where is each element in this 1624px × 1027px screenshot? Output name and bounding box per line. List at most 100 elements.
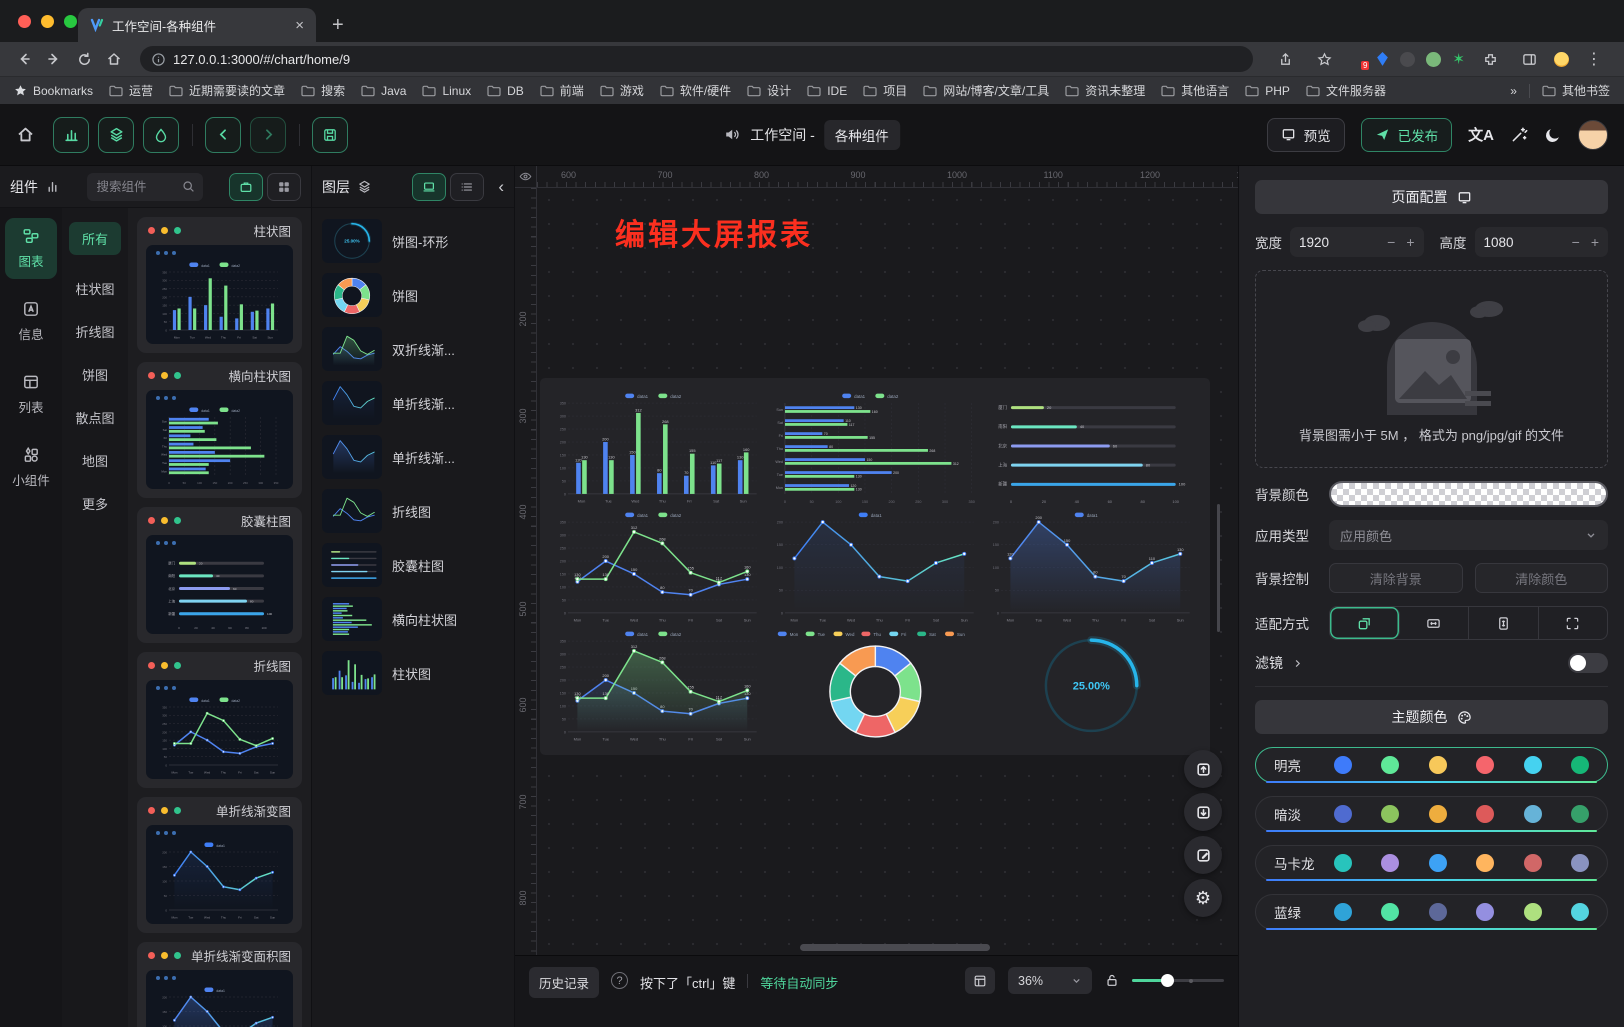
bookmark-folder[interactable]: 运营 (109, 82, 153, 99)
layers-thumbnail-view-button[interactable] (412, 173, 446, 201)
extension-star-green-icon[interactable]: ✶ (1452, 50, 1465, 68)
vertical-scrollbar[interactable] (1217, 504, 1220, 632)
bookmark-folder[interactable]: Java (361, 84, 406, 98)
component-card[interactable]: 单折线渐变面积图 data1050100150200MonTueWedThuFr… (137, 942, 302, 1027)
canvas-chart-widget[interactable]: data10501001502001202001508070110130MonT… (985, 509, 1198, 624)
canvas-chart-widget[interactable]: data1050100150200MonTueWedThuFriSatSun (769, 509, 982, 624)
width-input[interactable] (1299, 235, 1347, 250)
canvas-chart-widget[interactable]: data1data2050100150200250300350120200150… (552, 509, 765, 624)
bookmark-folder[interactable]: 软件/硬件 (660, 82, 731, 99)
slider-knob[interactable] (1161, 974, 1174, 987)
bookmark-folder[interactable]: Linux (422, 84, 471, 98)
filter-toggle[interactable] (1568, 653, 1608, 673)
layer-item[interactable]: 胶囊柱图 (322, 543, 504, 587)
save-button[interactable] (312, 117, 348, 153)
theme-color-dot[interactable] (1571, 903, 1589, 921)
category-item[interactable]: 散点图 (75, 408, 114, 427)
theme-color-dot[interactable] (1381, 756, 1399, 774)
dark-mode-moon-icon[interactable] (1544, 126, 1562, 144)
details-toggle-button[interactable] (143, 117, 179, 153)
theme-row[interactable]: 蓝绿 (1255, 894, 1608, 930)
browser-menu-icon[interactable]: ⋮ (1580, 46, 1608, 72)
theme-color-dot[interactable] (1334, 903, 1352, 921)
horizontal-scrollbar[interactable] (800, 944, 990, 951)
theme-color-dot[interactable] (1381, 903, 1399, 921)
width-decrement-button[interactable]: − (1387, 234, 1395, 250)
component-card[interactable]: 折线图 data1data2050100150200250300350MonTu… (137, 652, 302, 788)
big-screen-title-widget[interactable]: 编辑大屏报表 (615, 210, 813, 254)
view-grid-button[interactable] (267, 173, 301, 201)
zoom-select[interactable]: 36% (1008, 967, 1092, 994)
edit-icon[interactable] (1184, 836, 1222, 874)
bookmark-folder[interactable]: 设计 (747, 82, 791, 99)
theme-color-dot[interactable] (1334, 756, 1352, 774)
layer-item[interactable]: 横向柱状图 (322, 597, 504, 641)
site-info-icon[interactable] (152, 53, 165, 66)
url-bar[interactable]: 127.0.0.1:3000/#/chart/home/9 (140, 46, 1253, 72)
user-avatar[interactable] (1578, 120, 1608, 150)
app-home-icon[interactable] (16, 125, 35, 144)
category-item[interactable]: 所有 (69, 222, 121, 255)
reload-icon[interactable] (70, 46, 98, 72)
theme-color-dot[interactable] (1429, 903, 1447, 921)
theme-color-dot[interactable] (1476, 903, 1494, 921)
height-input[interactable] (1484, 235, 1532, 250)
bookmark-star-icon[interactable] (1310, 46, 1338, 72)
bookmark-folder[interactable]: 其他语言 (1161, 82, 1229, 99)
theme-color-dot[interactable] (1524, 756, 1542, 774)
layer-item[interactable]: 柱状图 (322, 651, 504, 695)
zoom-slider[interactable] (1132, 967, 1224, 994)
page-config-header[interactable]: 页面配置 (1255, 180, 1608, 214)
theme-color-dot[interactable] (1381, 805, 1399, 823)
clear-color-button[interactable]: 清除颜色 (1475, 563, 1609, 593)
category-item[interactable]: 柱状图 (75, 279, 114, 298)
theme-color-dot[interactable] (1524, 854, 1542, 872)
theme-color-dot[interactable] (1429, 854, 1447, 872)
theme-color-dot[interactable] (1381, 854, 1399, 872)
canvas-area[interactable]: 6007008009001000110012001300 20030040050… (515, 166, 1238, 1027)
layer-item[interactable]: 饼图 (322, 273, 504, 317)
component-card[interactable]: 柱状图 data1data2050100150200250300350MonTu… (137, 217, 302, 353)
bookmark-folder[interactable]: 项目 (863, 82, 907, 99)
canvas-chart-widget[interactable]: data1data2050100150200250300350120200150… (552, 628, 765, 743)
layer-item[interactable]: 单折线渐... (322, 381, 504, 425)
fit-width-button[interactable] (1400, 607, 1470, 639)
background-upload-dropzone[interactable]: 背景图需小于 5M ， 格式为 png/jpg/gif 的文件 (1255, 270, 1608, 468)
canvas-chart-widget[interactable]: MonTueWedThuFriSatSun (769, 628, 982, 743)
minimize-window-button[interactable] (41, 15, 54, 28)
lock-icon[interactable] (1105, 973, 1119, 988)
layer-item[interactable]: 双折线渐... (322, 327, 504, 371)
theme-color-dot[interactable] (1571, 756, 1589, 774)
theme-color-dot[interactable] (1429, 756, 1447, 774)
import-icon[interactable] (1184, 750, 1222, 788)
fit-scale-button[interactable] (1330, 607, 1400, 639)
canvas-chart-widget[interactable]: 厦门20南阳40北京60上海80新疆100020406080100 (985, 390, 1198, 505)
theme-color-dot[interactable] (1334, 805, 1352, 823)
bookmark-folder[interactable]: 近期需要读的文章 (169, 82, 285, 99)
height-increment-button[interactable]: + (1591, 234, 1599, 250)
bookmark-folder[interactable]: IDE (807, 84, 847, 98)
theme-row[interactable]: 明亮 (1255, 747, 1608, 783)
theme-color-dot[interactable] (1334, 854, 1352, 872)
theme-color-dot[interactable] (1524, 805, 1542, 823)
undo-button[interactable] (205, 117, 241, 153)
maximize-window-button[interactable] (64, 15, 77, 28)
theme-row[interactable]: 马卡龙 (1255, 845, 1608, 881)
bookmarks-overflow-icon[interactable]: » (1510, 84, 1517, 98)
magic-wand-icon[interactable] (1510, 126, 1528, 144)
layer-item[interactable]: 折线图 (322, 489, 504, 533)
height-decrement-button[interactable]: − (1572, 234, 1580, 250)
extension-circle-dark-icon[interactable] (1400, 52, 1415, 67)
theme-color-dot[interactable] (1524, 903, 1542, 921)
bookmark-folder[interactable]: 游戏 (600, 82, 644, 99)
rail-item-info[interactable]: 信息 (5, 291, 57, 352)
sidebar-icon[interactable] (1515, 46, 1543, 72)
layers-list-view-button[interactable] (450, 173, 484, 201)
category-item[interactable]: 地图 (82, 451, 108, 470)
home-icon[interactable] (100, 46, 128, 72)
export-icon[interactable] (1184, 793, 1222, 831)
fit-stretch-button[interactable] (1539, 607, 1608, 639)
extension-circle-green-icon[interactable] (1426, 52, 1441, 67)
bookmark-folder[interactable]: DB (487, 84, 524, 98)
extensions-puzzle-icon[interactable] (1476, 46, 1504, 72)
